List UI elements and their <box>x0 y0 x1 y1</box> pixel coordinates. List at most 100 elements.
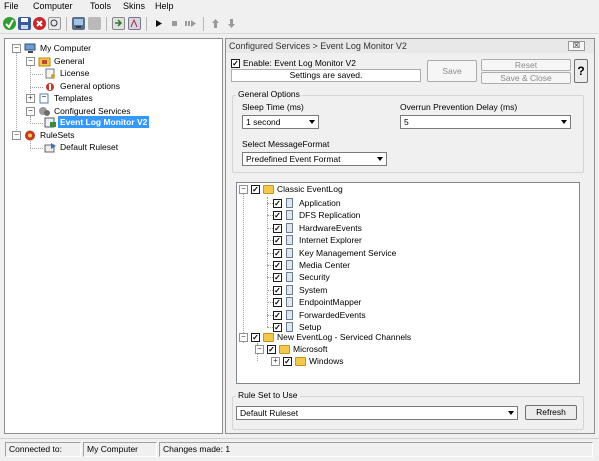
eventlog-checkbox[interactable]: ✓ <box>273 236 282 246</box>
windows-checkbox[interactable]: ✓ <box>283 357 292 366</box>
menu-file[interactable]: File <box>4 1 19 11</box>
toolbar-separator <box>146 17 147 31</box>
ruleset-select[interactable]: Default Ruleset <box>236 406 518 420</box>
down-arrow-icon[interactable] <box>225 17 238 30</box>
tree-eventlog-item[interactable]: DFS Replication <box>299 209 360 221</box>
chevron-down-icon <box>508 411 514 415</box>
computer-icon[interactable] <box>72 17 85 30</box>
up-arrow-icon[interactable] <box>209 17 222 30</box>
cancel-icon[interactable] <box>33 17 46 30</box>
eventlog-checkbox[interactable]: ✓ <box>273 199 282 208</box>
tree-eventlog-item[interactable]: System <box>299 284 327 296</box>
tree-general[interactable]: General <box>54 55 84 67</box>
eventlog-checkbox[interactable]: ✓ <box>273 248 282 258</box>
eventlog-checkbox[interactable]: ✓ <box>273 310 282 320</box>
connected-value: My Computer <box>83 442 157 457</box>
message-format-label: Select MessageFormat <box>242 139 330 149</box>
tree-default-ruleset[interactable]: Default Ruleset <box>60 141 118 153</box>
eventlog-checkbox[interactable]: ✓ <box>273 273 282 283</box>
tree-eventlog-item[interactable]: Internet Explorer <box>299 234 362 246</box>
find-icon[interactable] <box>48 17 61 30</box>
toolbar <box>0 14 599 34</box>
play-icon[interactable] <box>152 17 165 30</box>
collapse-icon[interactable]: − <box>26 57 35 66</box>
tree-eventlog-item[interactable]: EndpointMapper <box>299 296 361 308</box>
microsoft-checkbox[interactable]: ✓ <box>267 345 276 354</box>
tree-new-channels[interactable]: New EventLog - Serviced Channels <box>277 331 411 343</box>
menu-skins[interactable]: Skins <box>123 1 145 11</box>
tree-eventlog-item[interactable]: ForwardedEvents <box>299 309 366 321</box>
eventlog-checkbox[interactable]: ✓ <box>273 211 282 221</box>
collapse-icon[interactable]: − <box>26 107 35 116</box>
collapse-icon[interactable]: − <box>239 333 248 342</box>
menu-bar: File Computer Tools Skins Help <box>0 0 599 14</box>
general-folder-icon <box>38 56 51 67</box>
export-icon[interactable] <box>112 17 125 30</box>
step-icon[interactable] <box>183 17 196 30</box>
status-message: Settings are saved. <box>231 69 421 82</box>
help-button[interactable]: ? <box>574 59 588 83</box>
collapse-icon[interactable]: − <box>12 44 21 53</box>
tree-eventlog-item[interactable]: HardwareEvents <box>299 222 362 234</box>
enable-checkbox[interactable]: ✓ <box>231 59 240 68</box>
overrun-select[interactable]: 5 <box>400 115 571 129</box>
save-icon[interactable] <box>18 17 31 30</box>
tree-windows[interactable]: Windows <box>309 355 343 367</box>
tree-rulesets[interactable]: RuleSets <box>40 129 75 141</box>
menu-computer[interactable]: Computer <box>33 1 73 11</box>
expand-icon[interactable]: + <box>26 94 35 103</box>
breadcrumb: Configured Services > Event Log Monitor … <box>229 41 407 51</box>
folder-icon <box>295 357 306 366</box>
save-close-button[interactable]: Save & Close <box>481 72 571 84</box>
debug-icon[interactable] <box>128 17 141 30</box>
classic-eventlog-checkbox[interactable]: ✓ <box>251 185 260 194</box>
connected-label: Connected to: <box>5 442 81 457</box>
close-icon[interactable]: ☒ <box>568 41 585 51</box>
reset-button[interactable]: Reset <box>481 59 571 71</box>
ruleset-value: Default Ruleset <box>240 408 299 418</box>
event-log-icon <box>286 272 293 283</box>
tree-my-computer[interactable]: My Computer <box>40 42 91 54</box>
event-log-icon <box>44 117 57 128</box>
tree-eventlog-item[interactable]: Application <box>299 197 341 209</box>
tree-event-log-monitor[interactable]: Event Log Monitor V2 <box>58 116 150 128</box>
tree-general-options[interactable]: General options <box>60 80 120 92</box>
eventlog-checkbox[interactable]: ✓ <box>273 298 282 308</box>
ruleset-label: Rule Set to Use <box>236 390 300 400</box>
tree-microsoft[interactable]: Microsoft <box>293 343 327 355</box>
services-icon <box>38 106 51 117</box>
collapse-icon[interactable]: − <box>255 345 264 354</box>
stop-icon[interactable] <box>168 17 181 30</box>
menu-tools[interactable]: Tools <box>90 1 111 11</box>
ruleset-icon <box>44 142 57 153</box>
tree-eventlog-item[interactable]: Security <box>299 271 330 283</box>
refresh-button[interactable]: Refresh <box>525 405 577 420</box>
expand-icon[interactable]: + <box>271 357 280 366</box>
toolbar-separator <box>106 17 107 31</box>
tree-classic-eventlog[interactable]: Classic EventLog <box>277 183 343 195</box>
templates-icon <box>38 93 51 104</box>
event-log-icon <box>286 222 293 233</box>
tree-eventlog-item[interactable]: Key Management Service <box>299 247 396 259</box>
accept-icon[interactable] <box>3 17 16 30</box>
sleep-time-label: Sleep Time (ms) <box>242 102 304 112</box>
collapse-icon[interactable]: − <box>239 185 248 194</box>
new-channels-checkbox[interactable]: ✓ <box>251 333 260 342</box>
menu-help[interactable]: Help <box>155 1 174 11</box>
save-button[interactable]: Save <box>427 60 477 82</box>
eventlog-checkbox[interactable]: ✓ <box>273 285 282 295</box>
message-format-select[interactable]: Predefined Event Format <box>242 152 387 166</box>
tree-eventlog-item[interactable]: Media Center <box>299 259 350 271</box>
folder-icon <box>263 185 274 194</box>
folder-icon <box>263 333 274 342</box>
chevron-down-icon <box>309 120 315 124</box>
stop-square-icon[interactable] <box>88 17 101 30</box>
chevron-down-icon <box>377 157 383 161</box>
collapse-icon[interactable]: − <box>12 131 21 140</box>
event-log-icon <box>286 235 293 246</box>
sleep-time-select[interactable]: 1 second <box>242 115 319 129</box>
eventlog-checkbox[interactable]: ✓ <box>273 223 282 233</box>
tree-templates[interactable]: Templates <box>54 92 93 104</box>
tree-license[interactable]: License <box>60 67 89 79</box>
eventlog-checkbox[interactable]: ✓ <box>273 261 282 270</box>
